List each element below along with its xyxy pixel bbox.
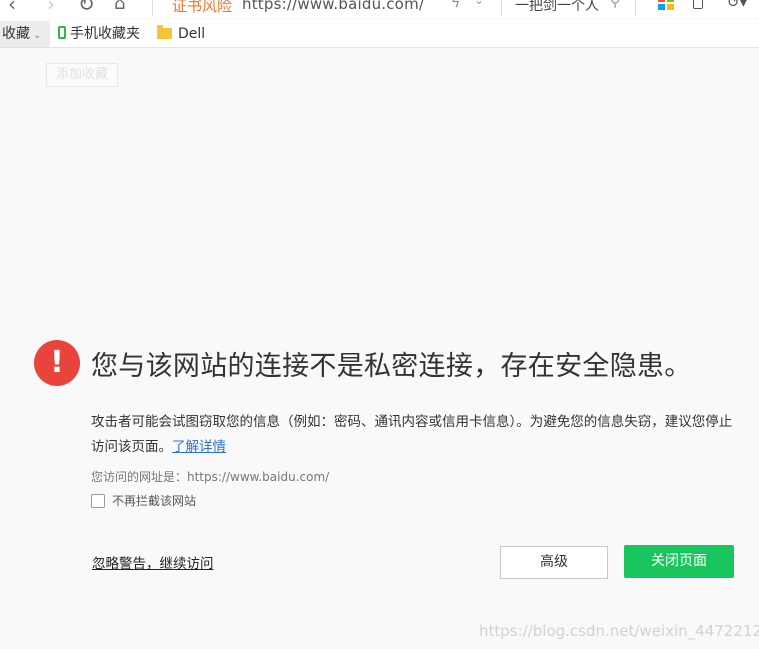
toolbar-divider xyxy=(152,0,153,16)
search-icon[interactable]: ⚲ xyxy=(610,0,620,10)
warning-description: 攻击者可能会试图窃取您的信息（例如：密码、通讯内容或信用卡信息）。为避免您的信息… xyxy=(91,410,741,460)
advanced-button[interactable]: 高级 xyxy=(500,546,608,579)
browser-toolbar: ‹ › ↻ ⌂ 证书风险 https://www.baidu.com/ ϟ ⌄ … xyxy=(0,0,759,18)
refresh-icon[interactable]: ↻ xyxy=(78,0,95,14)
folder-icon xyxy=(157,25,172,39)
address-bar[interactable]: https://www.baidu.com/ xyxy=(242,0,424,13)
warning-icon: ! xyxy=(34,340,80,386)
cert-risk-label[interactable]: 证书风险 xyxy=(172,0,232,16)
bookmark-dell[interactable]: Dell xyxy=(157,24,205,44)
speed-mode-icon[interactable]: ϟ xyxy=(451,0,460,11)
chevron-down-icon: ⌄ xyxy=(33,30,42,41)
toolbar-divider xyxy=(501,0,502,16)
bookmark-label: 手机收藏夹 xyxy=(70,26,140,42)
forward-arrow-icon[interactable]: › xyxy=(47,0,55,14)
search-input[interactable]: 一把剑一个人 xyxy=(515,0,605,15)
back-arrow-icon[interactable]: ‹ xyxy=(8,0,16,14)
bookmark-label: Dell xyxy=(178,26,206,42)
ignore-warning-link[interactable]: 忽略警告，继续访问 xyxy=(92,552,214,572)
bookmark-mobile-favorites[interactable]: 手机收藏夹 xyxy=(58,24,140,44)
phone-icon[interactable] xyxy=(693,0,703,9)
undo-menu-icon[interactable]: ↺▾ xyxy=(727,0,747,11)
close-page-button[interactable]: 关闭页面 xyxy=(624,545,734,578)
dont-block-option[interactable]: 不再拦截该网站 xyxy=(91,493,196,509)
dont-block-label: 不再拦截该网站 xyxy=(112,494,197,508)
bookmarks-bar: 收藏 ⌄ 手机收藏夹 Dell xyxy=(0,19,759,48)
favorites-label: 收藏 xyxy=(2,26,30,42)
visited-url-text: 您访问的网址是：https://www.baidu.com/ xyxy=(91,470,330,484)
watermark-text: https://blog.csdn.net/weixin_44722125 xyxy=(479,622,759,640)
add-favorite-button[interactable]: 添加收藏 xyxy=(46,63,118,87)
warning-headline: 您与该网站的连接不是私密连接，存在安全隐患。 xyxy=(91,351,692,382)
chevron-down-icon[interactable]: ⌄ xyxy=(474,0,484,7)
dont-block-checkbox[interactable] xyxy=(91,494,105,508)
mobile-icon xyxy=(58,26,66,39)
favorites-menu[interactable]: 收藏 ⌄ xyxy=(0,21,50,47)
learn-more-link[interactable]: 了解详情 xyxy=(172,439,226,455)
home-icon[interactable]: ⌂ xyxy=(114,0,125,14)
apps-icon[interactable] xyxy=(658,0,674,10)
toolbar-divider xyxy=(635,0,636,16)
